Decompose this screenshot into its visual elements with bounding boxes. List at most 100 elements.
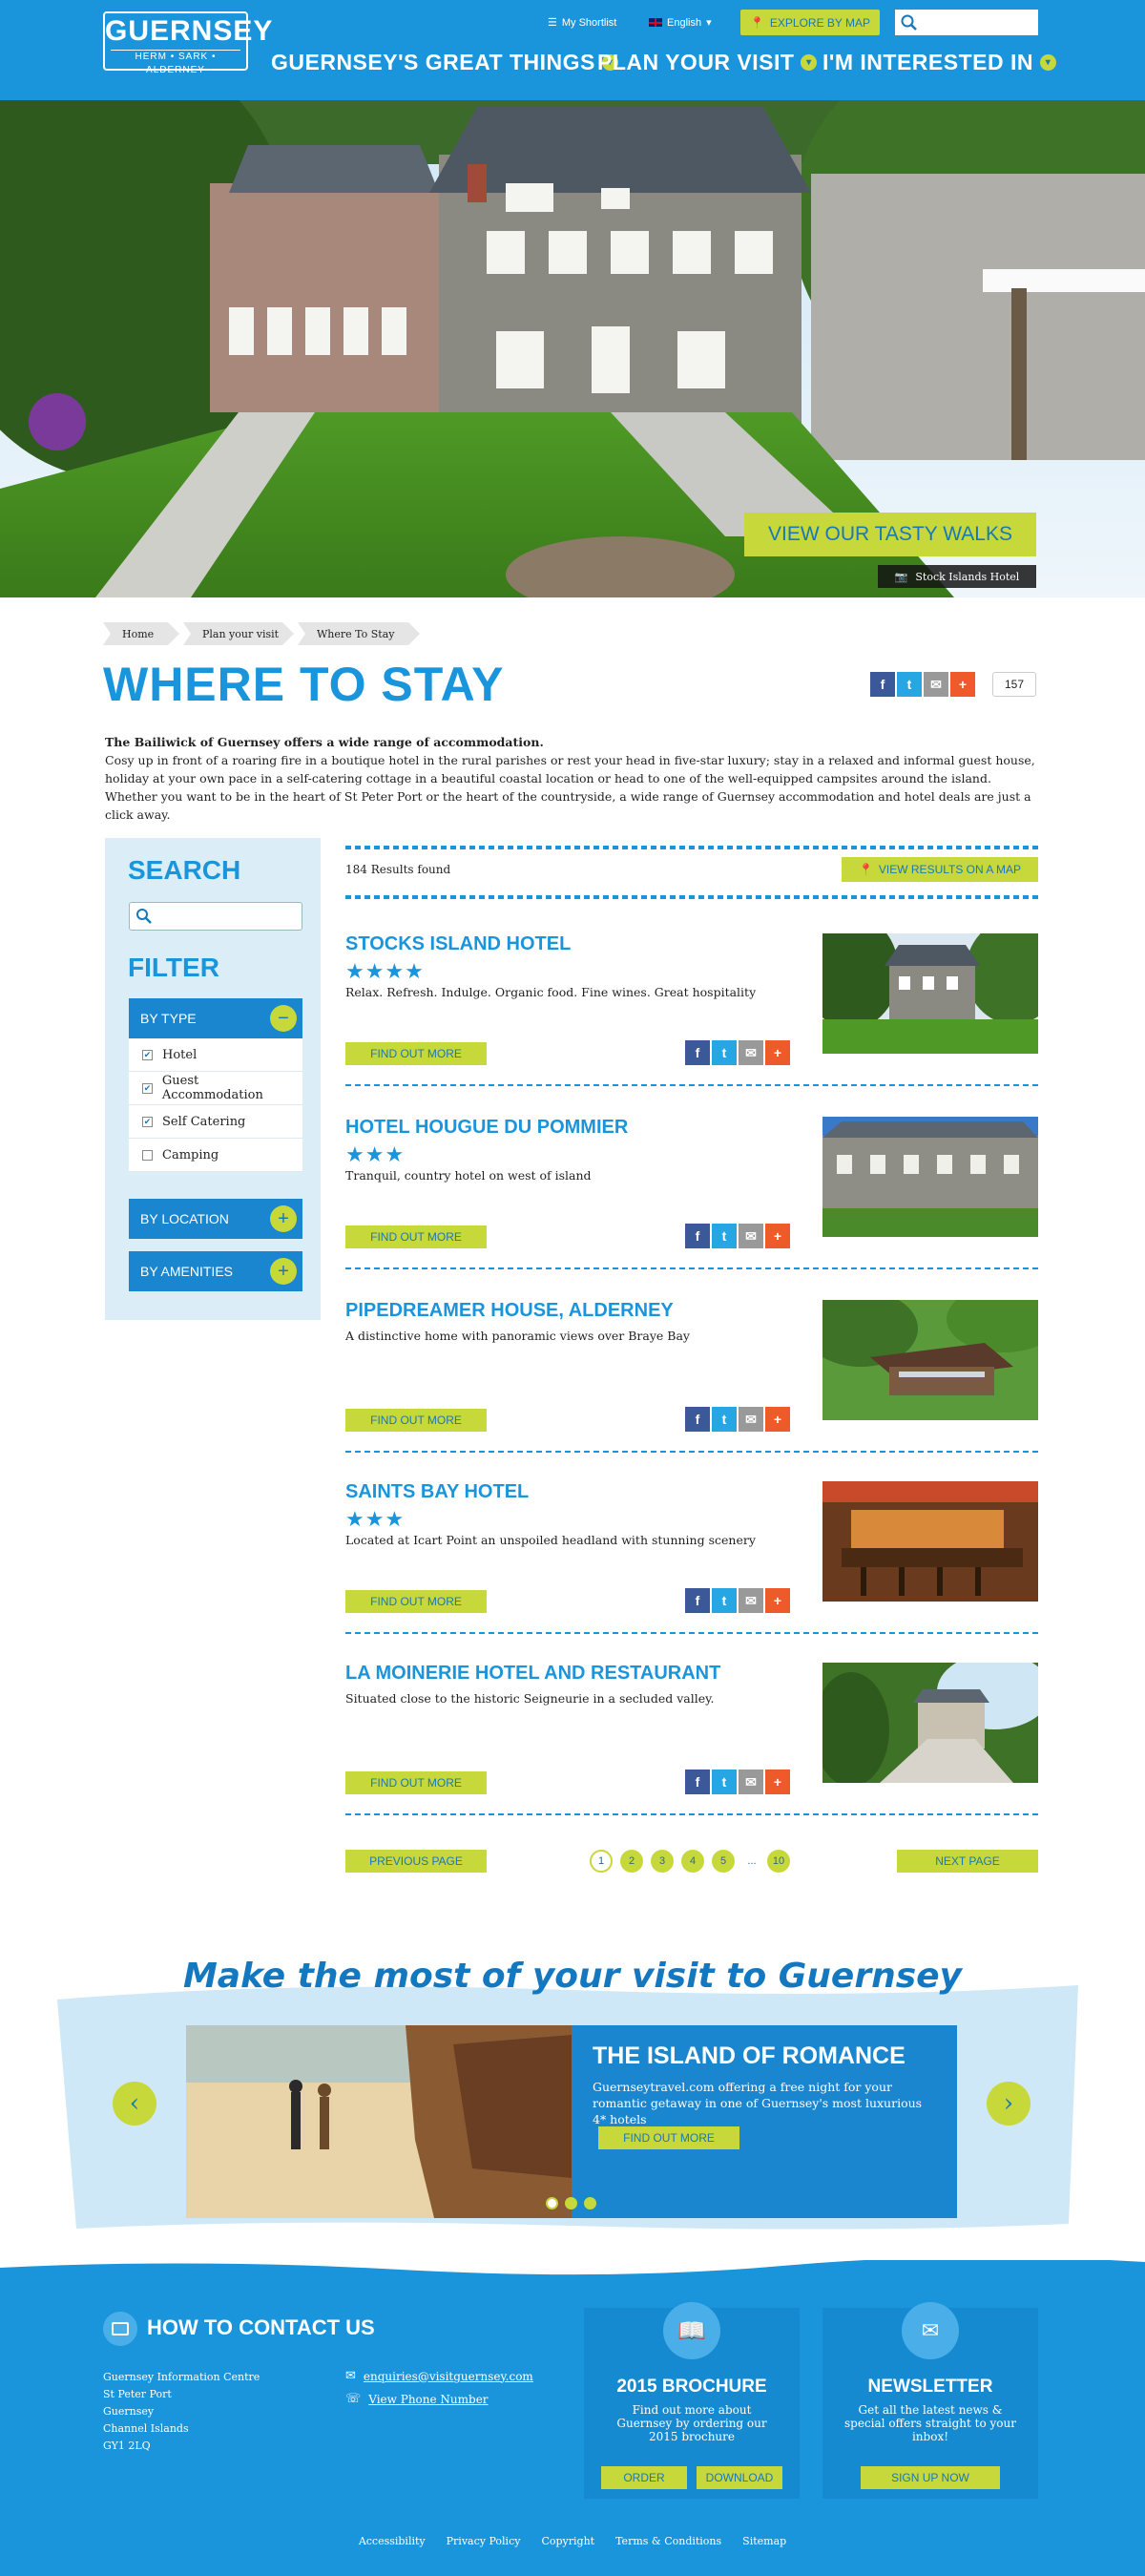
twitter-icon[interactable]: t [712,1040,737,1065]
filter-option-guest[interactable]: ✔ Guest Accommodation [129,1072,302,1105]
next-page-button[interactable]: NEXT PAGE [897,1850,1038,1873]
result-image[interactable] [822,1117,1038,1237]
email-icon[interactable]: ✉ [739,1588,763,1613]
breadcrumb-home[interactable]: Home [103,622,179,645]
sidebar-search-input[interactable] [129,902,302,931]
logo-title: GUERNSEY [105,15,274,47]
footer-link-copyright[interactable]: Copyright [541,2535,594,2547]
page-5[interactable]: 5 [712,1850,735,1873]
filter-option-self-catering[interactable]: ✔ Self Catering [129,1105,302,1139]
phone-link[interactable]: ☏ View Phone Number [345,2392,489,2406]
carousel-next-icon[interactable]: › [987,2082,1030,2126]
previous-page-button[interactable]: PREVIOUS PAGE [345,1850,487,1873]
result-title[interactable]: SAINTS BAY HOTEL [345,1481,529,1503]
find-out-more-button[interactable]: FIND OUT MORE [345,1225,487,1248]
twitter-icon[interactable]: t [712,1588,737,1613]
twitter-icon[interactable]: t [712,1407,737,1432]
plus-share-icon[interactable]: + [765,1040,790,1065]
footer-link-privacy[interactable]: Privacy Policy [447,2535,521,2547]
facebook-icon[interactable]: f [685,1588,710,1613]
email-icon[interactable]: ✉ [739,1224,763,1248]
breadcrumb-plan-visit[interactable]: Plan your visit [183,622,294,645]
twitter-icon[interactable]: t [897,672,922,697]
find-out-more-button[interactable]: FIND OUT MORE [345,1042,487,1065]
share-bar: f t ✉ + [870,672,977,697]
facebook-icon[interactable]: f [685,1770,710,1794]
facebook-icon[interactable]: f [685,1224,710,1248]
facebook-icon[interactable]: f [685,1407,710,1432]
filter-option-hotel[interactable]: ✔ Hotel [129,1038,302,1072]
checkbox-checked-icon[interactable]: ✔ [142,1049,153,1060]
carousel-dot[interactable] [584,2197,596,2209]
page-2[interactable]: 2 [620,1850,643,1873]
checkbox-checked-icon[interactable]: ✔ [142,1116,153,1127]
sign-up-button[interactable]: SIGN UP NOW [861,2466,1000,2489]
shortlist-link[interactable]: ☰ My Shortlist [548,16,616,30]
find-out-more-button[interactable]: FIND OUT MORE [345,1590,487,1613]
facebook-icon[interactable]: f [685,1040,710,1065]
twitter-icon[interactable]: t [712,1224,737,1248]
page-4[interactable]: 4 [681,1850,704,1873]
result-image[interactable] [822,1300,1038,1420]
filter-heading: FILTER [128,953,219,982]
page-1[interactable]: 1 [590,1850,613,1873]
plus-icon[interactable]: + [270,1205,297,1232]
hotel-photo [822,1663,1038,1783]
plus-icon[interactable]: + [270,1258,297,1285]
email-icon[interactable]: ✉ [924,672,948,697]
minus-icon[interactable]: − [270,1005,297,1032]
search-icon [136,909,152,924]
download-button[interactable]: DOWNLOAD [697,2466,782,2489]
footer-link-accessibility[interactable]: Accessibility [359,2535,426,2547]
find-out-more-button[interactable]: FIND OUT MORE [345,1409,487,1432]
find-out-more-button[interactable]: FIND OUT MORE [345,1771,487,1794]
page-ellipsis: ... [747,1855,757,1867]
slide-find-out-more-button[interactable]: FIND OUT MORE [598,2126,739,2149]
plus-share-icon[interactable]: + [765,1770,790,1794]
checkbox-checked-icon[interactable]: ✔ [142,1082,153,1094]
twitter-icon[interactable]: t [712,1770,737,1794]
nav-interested-in[interactable]: I'M INTERESTED IN ▾ [822,50,1056,75]
result-title[interactable]: LA MOINERIE HOTEL AND RESTAURANT [345,1663,720,1685]
plus-share-icon[interactable]: + [950,672,975,697]
result-image[interactable] [822,933,1038,1054]
email-icon[interactable]: ✉ [739,1770,763,1794]
result-image[interactable] [822,1663,1038,1783]
promo-heading: Make the most of your visit to Guernsey [182,1957,963,1996]
nav-plan-visit[interactable]: PLAN YOUR VISIT ▾ [597,50,818,75]
email-link[interactable]: ✉ enquiries@visitguernsey.com [345,2369,533,2383]
carousel-dot-active[interactable] [546,2197,558,2209]
plus-share-icon[interactable]: + [765,1224,790,1248]
promo-slide[interactable]: THE ISLAND OF ROMANCE Guernseytravel.com… [186,2025,957,2218]
checkbox-unchecked-icon[interactable] [142,1149,153,1161]
tasty-walks-button[interactable]: VIEW OUR TASTY WALKS [744,513,1036,556]
carousel-dot[interactable] [565,2197,577,2209]
filter-by-amenities[interactable]: BY AMENITIES + [129,1251,302,1291]
divider [345,1451,1038,1453]
filter-by-type[interactable]: BY TYPE − [129,998,302,1038]
nav-great-things[interactable]: GUERNSEY'S GREAT THINGS ▾ [271,50,618,75]
guernsey-logo[interactable]: GUERNSEY HERM • SARK • ALDERNEY [103,11,274,75]
page-10[interactable]: 10 [767,1850,790,1873]
result-title[interactable]: HOTEL HOUGUE DU POMMIER [345,1117,628,1139]
language-select[interactable]: English ▾ [649,16,712,29]
page-3[interactable]: 3 [651,1850,674,1873]
email-icon[interactable]: ✉ [739,1040,763,1065]
order-button[interactable]: ORDER [601,2466,687,2489]
plus-share-icon[interactable]: + [765,1407,790,1432]
result-title[interactable]: STOCKS ISLAND HOTEL [345,933,571,955]
explore-by-map-button[interactable]: 📍 EXPLORE BY MAP [740,10,880,35]
pagination: PREVIOUS PAGE 1 2 3 4 5 ... 10 NEXT PAGE [345,1848,1038,1874]
filter-option-camping[interactable]: Camping [129,1139,302,1172]
plus-share-icon[interactable]: + [765,1588,790,1613]
email-icon[interactable]: ✉ [739,1407,763,1432]
footer-link-terms[interactable]: Terms & Conditions [615,2535,721,2547]
view-map-button[interactable]: 📍 VIEW RESULTS ON A MAP [842,857,1038,882]
map-pin-icon: 📍 [858,863,873,876]
footer-link-sitemap[interactable]: Sitemap [742,2535,786,2547]
result-title[interactable]: PIPEDREAMER HOUSE, ALDERNEY [345,1300,674,1322]
filter-by-location[interactable]: BY LOCATION + [129,1199,302,1239]
result-image[interactable] [822,1481,1038,1602]
carousel-prev-icon[interactable]: ‹ [113,2082,156,2126]
facebook-icon[interactable]: f [870,672,895,697]
